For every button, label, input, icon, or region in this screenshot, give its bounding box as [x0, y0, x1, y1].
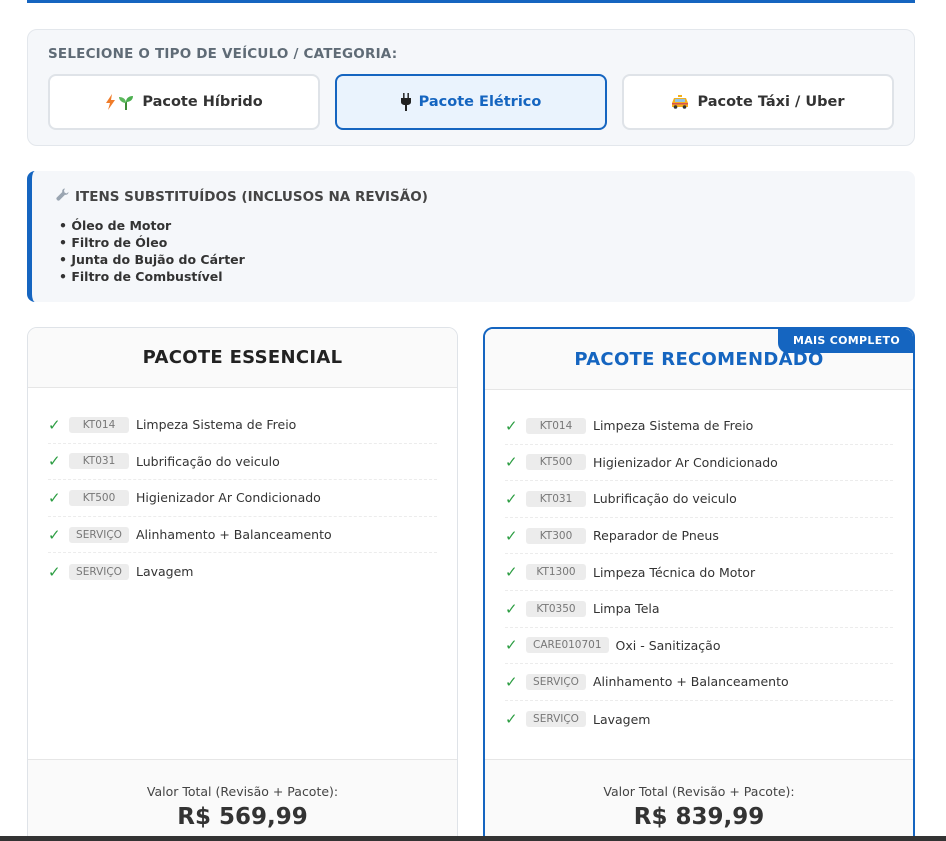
service-row: ✓ KT1300 Limpeza Técnica do Motor	[505, 554, 893, 591]
total-label: Valor Total (Revisão + Pacote):	[603, 784, 795, 799]
service-name: Lavagem	[136, 564, 194, 580]
service-code: KT031	[526, 490, 586, 507]
service-code: KT500	[69, 489, 129, 506]
check-icon: ✓	[505, 563, 518, 582]
service-code: SERVIÇO	[69, 526, 129, 543]
service-code: SERVIÇO	[69, 563, 129, 580]
check-icon: ✓	[48, 452, 61, 471]
total-label: Valor Total (Revisão + Pacote):	[146, 784, 339, 799]
service-name: Oxi - Sanitização	[615, 637, 721, 653]
service-row: ✓ SERVIÇO Lavagem	[48, 553, 437, 590]
service-row: ✓ KT014 Limpeza Sistema de Freio	[48, 407, 437, 444]
check-icon: ✓	[505, 672, 518, 691]
total-price: R$ 569,99	[177, 804, 308, 830]
service-name: Higienizador Ar Condicionado	[593, 454, 778, 470]
package-header: PACOTE ESSENCIAL	[28, 328, 457, 388]
check-icon: ✓	[505, 416, 518, 435]
category-button-taxi[interactable]: Pacote Táxi / Uber	[622, 74, 894, 130]
service-row: ✓ SERVIÇO Alinhamento + Balanceamento	[505, 664, 893, 701]
bolt-sprout-icon	[105, 94, 134, 110]
check-icon: ✓	[505, 453, 518, 472]
service-code: CARE010701	[526, 637, 609, 654]
check-icon: ✓	[505, 636, 518, 655]
replaced-items-title: ITENS SUBSTITUÍDOS (INCLUSOS NA REVISÃO)	[75, 188, 428, 205]
replaced-items-list: Óleo de Motor Filtro de Óleo Junta do Bu…	[59, 217, 245, 285]
service-list: ✓ KT014 Limpeza Sistema de Freio ✓ KT031 Lub…	[48, 407, 437, 590]
service-name: Limpeza Técnica do Motor	[593, 564, 756, 580]
check-icon: ✓	[48, 525, 61, 544]
package-footer: Valor Total (Revisão + Pacote): R$ 569,9…	[28, 759, 457, 841]
package-card-recommended[interactable]: MAIS COMPLETO PACOTE RECOMENDADO ✓ KT014 L…	[483, 327, 915, 841]
service-list: ✓ KT014 Limpeza Sistema de Freio ✓ KT500 Hig…	[505, 408, 893, 737]
service-code: SERVIÇO	[526, 711, 586, 728]
package-footer: Valor Total (Revisão + Pacote): R$ 839,9…	[485, 759, 913, 841]
service-row: ✓ KT014 Limpeza Sistema de Freio	[505, 408, 893, 445]
top-divider	[27, 0, 915, 3]
service-row: ✓ CARE010701 Oxi - Sanitização	[505, 628, 893, 665]
list-item: Filtro de Óleo	[59, 234, 245, 251]
category-button-hybrid[interactable]: Pacote Híbrido	[48, 74, 320, 130]
category-button-electric[interactable]: Pacote Elétrico	[335, 74, 607, 130]
check-icon: ✓	[505, 599, 518, 618]
replaced-items-heading: ITENS SUBSTITUÍDOS (INCLUSOS NA REVISÃO)	[56, 188, 428, 205]
service-name: Limpa Tela	[593, 601, 660, 617]
category-selector: SELECIONE O TIPO DE VEÍCULO / CATEGORIA:…	[27, 29, 915, 146]
service-code: KT031	[69, 453, 129, 470]
service-name: Limpeza Sistema de Freio	[136, 417, 297, 433]
service-row: ✓ KT300 Reparador de Pneus	[505, 518, 893, 555]
service-code: KT014	[69, 416, 129, 433]
replaced-items-panel: ITENS SUBSTITUÍDOS (INCLUSOS NA REVISÃO)…	[27, 171, 915, 302]
service-name: Alinhamento + Balanceamento	[136, 527, 332, 543]
service-code: KT014	[526, 417, 586, 434]
total-price: R$ 839,99	[633, 804, 765, 830]
service-row: ✓ SERVIÇO Alinhamento + Balanceamento	[48, 517, 437, 554]
service-row: ✓ KT031 Lubrificação do veiculo	[48, 444, 437, 481]
check-icon: ✓	[505, 710, 518, 729]
recommended-badge: MAIS COMPLETO	[777, 329, 913, 353]
check-icon: ✓	[505, 489, 518, 508]
list-item: Junta do Bujão do Cárter	[59, 251, 244, 268]
service-name: Lubrificação do veiculo	[136, 453, 280, 469]
taxi-icon	[671, 95, 689, 109]
service-code: KT300	[526, 527, 586, 544]
service-code: KT0350	[526, 600, 586, 617]
service-code: SERVIÇO	[526, 673, 586, 690]
list-item: Óleo de Motor	[59, 217, 245, 234]
service-name: Lavagem	[593, 711, 651, 727]
service-row: ✓ KT500 Higienizador Ar Condicionado	[48, 480, 437, 517]
category-label: Pacote Táxi / Uber	[697, 94, 845, 110]
check-icon: ✓	[48, 488, 61, 507]
service-code: KT500	[526, 454, 586, 471]
service-code: KT1300	[526, 564, 586, 581]
service-name: Higienizador Ar Condicionado	[136, 490, 321, 506]
service-row: ✓ KT0350 Limpa Tela	[505, 591, 893, 628]
wrench-icon	[56, 188, 69, 205]
service-name: Lubrificação do veiculo	[593, 491, 737, 507]
package-title: PACOTE ESSENCIAL	[142, 347, 343, 368]
service-name: Limpeza Sistema de Freio	[593, 418, 754, 434]
window-bottom-edge	[0, 836, 946, 841]
service-row: ✓ SERVIÇO Lavagem	[505, 701, 893, 738]
package-card-essential[interactable]: PACOTE ESSENCIAL ✓ KT014 Limpeza Sistema d…	[27, 327, 458, 841]
category-label: Pacote Híbrido	[142, 94, 263, 110]
plug-icon	[400, 93, 411, 111]
category-label: Pacote Elétrico	[418, 94, 542, 110]
list-item: Filtro de Combustível	[59, 268, 245, 285]
service-row: ✓ KT031 Lubrificação do veiculo	[505, 481, 893, 518]
check-icon: ✓	[48, 415, 61, 434]
service-row: ✓ KT500 Higienizador Ar Condicionado	[505, 445, 893, 482]
check-icon: ✓	[505, 526, 518, 545]
category-title: SELECIONE O TIPO DE VEÍCULO / CATEGORIA:	[48, 46, 398, 62]
service-name: Alinhamento + Balanceamento	[593, 674, 789, 690]
service-name: Reparador de Pneus	[593, 528, 719, 544]
check-icon: ✓	[48, 562, 61, 581]
